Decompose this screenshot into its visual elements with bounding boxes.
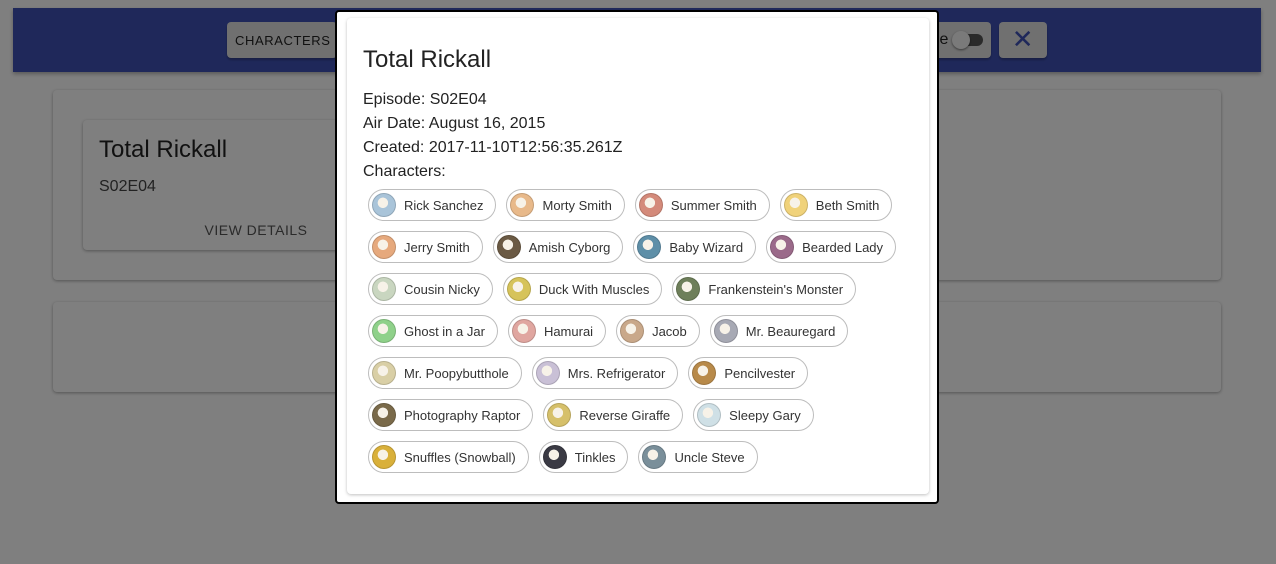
character-chip[interactable]: Rick Sanchez xyxy=(368,189,497,221)
character-chip[interactable]: Snuffles (Snowball) xyxy=(368,441,529,473)
character-chip-label: Bearded Lady xyxy=(802,239,884,255)
character-avatar xyxy=(620,319,645,343)
character-chip-label: Duck With Muscles xyxy=(538,281,650,297)
character-avatar xyxy=(637,235,662,259)
character-chip[interactable]: Frankenstein's Monster xyxy=(672,273,857,305)
character-avatar xyxy=(372,319,396,343)
character-chip-label: Amish Cyborg xyxy=(528,239,611,255)
character-avatar xyxy=(697,403,722,427)
character-chip-label: Rick Sanchez xyxy=(404,197,484,213)
character-avatar xyxy=(372,235,396,259)
character-avatar xyxy=(372,445,396,469)
character-chip[interactable]: Summer Smith xyxy=(634,189,770,221)
character-chip[interactable]: Hamurai xyxy=(507,315,607,347)
episode-details-modal: Total Rickall Episode: S02E04 Air Date: … xyxy=(335,10,939,504)
character-avatar xyxy=(511,319,536,343)
character-avatar xyxy=(506,277,531,301)
character-chip-label: Frankenstein's Monster xyxy=(708,281,844,297)
character-chip[interactable]: Morty Smith xyxy=(506,189,625,221)
character-chip-label: Jerry Smith xyxy=(404,239,470,255)
character-avatar xyxy=(372,277,396,301)
character-avatar xyxy=(713,319,738,343)
character-chip[interactable]: Amish Cyborg xyxy=(492,231,624,263)
character-chip[interactable]: Reverse Giraffe xyxy=(543,399,684,431)
character-chip[interactable]: Ghost in a Jar xyxy=(368,315,498,347)
character-chip[interactable]: Tinkles xyxy=(538,441,629,473)
character-chip[interactable]: Jerry Smith xyxy=(368,231,483,263)
character-avatar xyxy=(692,361,717,385)
characters-heading: Characters: xyxy=(363,163,446,180)
character-chip-label: Sleepy Gary xyxy=(729,407,801,423)
character-chip[interactable]: Jacob xyxy=(616,315,700,347)
character-avatar xyxy=(638,193,663,217)
character-chip-label: Mr. Beauregard xyxy=(745,323,836,339)
character-chip[interactable]: Duck With Muscles xyxy=(502,273,663,305)
character-avatar xyxy=(547,403,572,427)
episode-line: Episode: S02E04 xyxy=(363,91,487,108)
character-avatar xyxy=(542,445,567,469)
character-avatar xyxy=(642,445,667,469)
character-chip[interactable]: Baby Wizard xyxy=(633,231,757,263)
character-chip-label: Mr. Poopybutthole xyxy=(404,365,509,381)
character-chip-label: Hamurai xyxy=(543,323,594,339)
character-chip-label: Photography Raptor xyxy=(404,407,521,423)
character-chip-label: Morty Smith xyxy=(542,197,612,213)
character-avatar xyxy=(770,235,795,259)
character-avatar xyxy=(372,193,396,217)
character-chip-label: Pencilvester xyxy=(724,365,796,381)
character-chip[interactable]: Mr. Poopybutthole xyxy=(368,357,522,389)
character-chip-label: Summer Smith xyxy=(670,197,757,213)
character-chip[interactable]: Mrs. Refrigerator xyxy=(531,357,679,389)
character-chip-label: Jacob xyxy=(652,323,687,339)
modal-title: Total Rickall xyxy=(363,46,492,73)
character-avatar xyxy=(676,277,701,301)
episode-details-card: Total Rickall Episode: S02E04 Air Date: … xyxy=(347,18,929,494)
character-chip-list: Rick Sanchez Morty Smith Summer Smith Beth … xyxy=(368,189,908,473)
character-avatar xyxy=(496,235,521,259)
character-avatar xyxy=(372,361,396,385)
air-date-line: Air Date: August 16, 2015 xyxy=(363,115,546,132)
character-chip-label: Beth Smith xyxy=(815,197,880,213)
character-chip-label: Cousin Nicky xyxy=(404,281,480,297)
character-chip[interactable]: Bearded Lady xyxy=(766,231,897,263)
character-chip-label: Snuffles (Snowball) xyxy=(404,449,516,465)
character-chip[interactable]: Sleepy Gary xyxy=(693,399,814,431)
character-chip[interactable]: Uncle Steve xyxy=(638,441,758,473)
character-avatar xyxy=(510,193,535,217)
character-chip[interactable]: Pencilvester xyxy=(688,357,809,389)
character-avatar xyxy=(535,361,560,385)
character-chip-label: Reverse Giraffe xyxy=(579,407,671,423)
character-chip[interactable]: Beth Smith xyxy=(779,189,893,221)
character-avatar xyxy=(372,403,396,427)
character-chip[interactable]: Photography Raptor xyxy=(368,399,534,431)
character-chip-label: Baby Wizard xyxy=(669,239,744,255)
character-chip-label: Uncle Steve xyxy=(674,449,745,465)
character-chip-label: Ghost in a Jar xyxy=(404,323,485,339)
character-avatar xyxy=(783,193,808,217)
character-chip-label: Tinkles xyxy=(574,449,616,465)
character-chip-label: Mrs. Refrigerator xyxy=(567,365,666,381)
character-chip[interactable]: Cousin Nicky xyxy=(368,273,493,305)
created-line: Created: 2017-11-10T12:56:35.261Z xyxy=(363,139,623,156)
character-chip[interactable]: Mr. Beauregard xyxy=(709,315,849,347)
